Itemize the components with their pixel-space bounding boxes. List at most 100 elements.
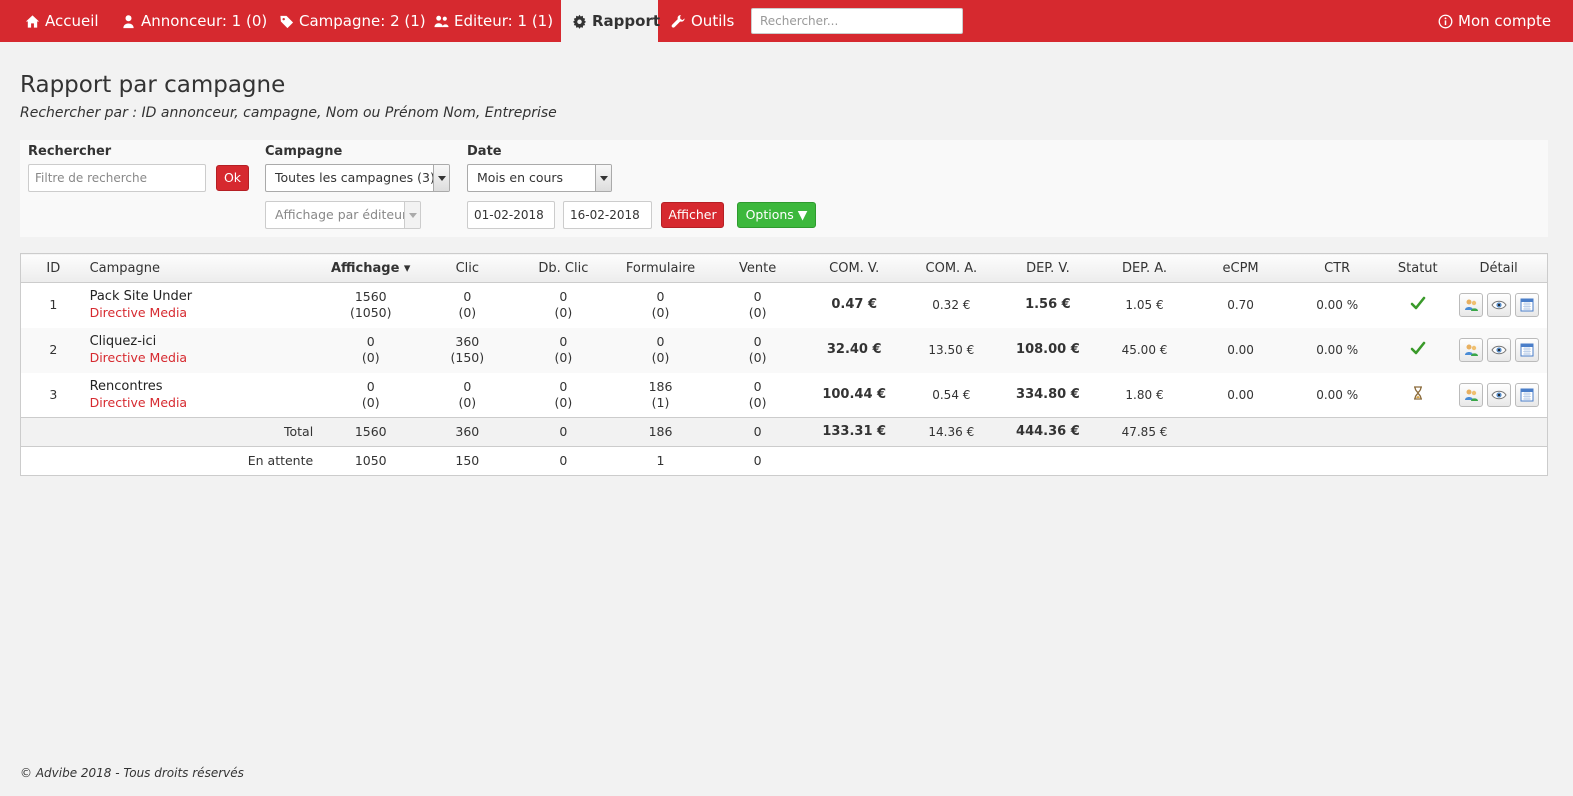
row-id: 3 xyxy=(49,386,58,402)
campaign-name-link[interactable]: Pack Site Under xyxy=(90,289,324,305)
row-dep-a: 45.00 € xyxy=(1096,327,1193,373)
forms-pending: (0) xyxy=(651,305,670,321)
detail-view-button[interactable] xyxy=(1486,382,1511,407)
campaign-filter-label: Campagne xyxy=(265,144,343,159)
impressions-pending: (1050) xyxy=(349,305,392,321)
nav-tools-label: Outils xyxy=(691,12,735,30)
campaign-name-link[interactable]: Cliquez-ici xyxy=(90,334,324,350)
nav-publisher[interactable]: Editeur: 1 (1) xyxy=(434,0,553,42)
publisher-select[interactable]: Affichage par éditeur xyxy=(265,201,421,229)
nav-campaign[interactable]: Campagne: 2 (1) xyxy=(279,0,426,42)
ok-button[interactable]: Ok xyxy=(216,165,249,191)
detail-editors-button[interactable] xyxy=(1458,382,1483,407)
row-com-a: 0.54 € xyxy=(932,387,971,402)
clicks-value: 360 xyxy=(455,334,480,349)
col-com-v[interactable]: COM. V. xyxy=(804,253,904,283)
row-detail xyxy=(1450,282,1548,328)
detail-calendar-button[interactable] xyxy=(1514,293,1539,318)
col-ecpm[interactable]: eCPM xyxy=(1192,253,1290,283)
nav-report[interactable]: Rapport xyxy=(561,0,661,42)
date-filter-label: Date xyxy=(467,144,502,159)
row-sales: 0 (0) xyxy=(710,327,805,373)
detail-calendar-button[interactable] xyxy=(1514,338,1539,362)
row-com-a: 13.50 € xyxy=(903,327,999,373)
impressions-value: 0 xyxy=(366,334,375,349)
total-forms: 186 xyxy=(610,417,711,447)
sales-value: 0 xyxy=(753,334,762,349)
nav-account[interactable]: Mon compte xyxy=(1438,0,1551,42)
impressions-pending: (0) xyxy=(361,350,380,365)
eye-icon xyxy=(1491,297,1507,313)
col-status[interactable]: Statut xyxy=(1385,253,1451,283)
row-id: 1 xyxy=(20,282,86,328)
col-impressions[interactable]: Affichage ▾ xyxy=(323,253,419,283)
col-id[interactable]: ID xyxy=(20,253,86,283)
row-clicks: 0 (0) xyxy=(418,282,517,328)
pending-forms: 1 xyxy=(610,446,711,476)
col-double-clicks[interactable]: Db. Clic xyxy=(516,253,611,283)
nav-home[interactable]: Accueil xyxy=(25,0,99,42)
period-select[interactable]: Mois en cours xyxy=(467,164,612,192)
detail-editors-button[interactable] xyxy=(1458,293,1483,318)
campaign-select[interactable]: Toutes les campagnes (3) xyxy=(265,164,450,192)
detail-view-button[interactable] xyxy=(1486,293,1511,318)
show-button[interactable]: Afficher xyxy=(661,202,724,228)
publisher-select-value: Affichage par éditeur xyxy=(275,207,408,222)
nav-search-input[interactable] xyxy=(751,8,963,34)
eye-icon xyxy=(1491,342,1507,358)
col-com-a[interactable]: COM. A. xyxy=(903,253,999,283)
wrench-icon xyxy=(671,14,685,28)
campaign-editor-link[interactable]: Directive Media xyxy=(90,395,324,411)
detail-view-button[interactable] xyxy=(1486,338,1511,362)
forms-value: 0 xyxy=(656,289,665,305)
row-com-v: 32.40 € xyxy=(804,327,904,373)
table-row: 1 Pack Site Under Directive Media 1560 (1… xyxy=(20,282,1548,328)
pending-label: En attente xyxy=(20,446,324,476)
check-icon xyxy=(1410,295,1426,311)
row-status xyxy=(1385,373,1450,418)
col-detail: Détail xyxy=(1450,253,1548,283)
col-campaign[interactable]: Campagne xyxy=(85,253,324,283)
options-button[interactable]: Options ▼ xyxy=(737,202,816,228)
detail-calendar-button[interactable] xyxy=(1514,382,1539,407)
row-com-a: 0.32 € xyxy=(903,282,999,328)
clicks-pending: (150) xyxy=(450,350,485,365)
gear-icon xyxy=(572,14,587,29)
campaign-editor-link[interactable]: Directive Media xyxy=(90,305,324,321)
row-status xyxy=(1385,327,1451,373)
nav-tools[interactable]: Outils xyxy=(671,0,734,42)
check-icon xyxy=(1410,340,1426,356)
total-com-a: 14.36 € xyxy=(903,417,999,447)
pending-impressions: 1050 xyxy=(323,446,419,476)
row-forms: 0 (0) xyxy=(610,327,711,373)
search-filter-input[interactable] xyxy=(28,164,206,192)
row-ctr: 0.00 % xyxy=(1289,327,1386,373)
total-dep-a: 47.85 € xyxy=(1096,417,1193,447)
nav-advertiser[interactable]: Annonceur: 1 (0) xyxy=(121,0,267,42)
detail-editors-button[interactable] xyxy=(1458,338,1483,362)
table-header-row: ID Campagne Affichage ▾ Clic Db. Clic Fo… xyxy=(20,253,1548,283)
campaign-editor-link[interactable]: Directive Media xyxy=(90,350,324,366)
date-from-input[interactable] xyxy=(467,201,555,229)
chevron-down-icon xyxy=(595,165,611,191)
sales-pending: (0) xyxy=(748,394,767,410)
eye-icon xyxy=(1491,387,1507,403)
col-dep-v[interactable]: DEP. V. xyxy=(998,253,1097,283)
clicks-value: 0 xyxy=(463,289,472,305)
date-to-input[interactable] xyxy=(563,201,652,229)
double-clicks-pending: (0) xyxy=(554,305,573,321)
row-ctr: 0.00 % xyxy=(1316,387,1359,402)
row-id: 2 xyxy=(20,327,86,373)
campaign-name-link[interactable]: Rencontres xyxy=(90,379,324,395)
col-ctr[interactable]: CTR xyxy=(1289,253,1386,283)
nav-report-label: Rapport xyxy=(592,12,661,30)
col-forms[interactable]: Formulaire xyxy=(610,253,711,283)
col-sales[interactable]: Vente xyxy=(710,253,805,283)
row-com-v: 0.47 € xyxy=(804,282,904,328)
row-impressions: 0 (0) xyxy=(323,327,419,373)
col-dep-a[interactable]: DEP. A. xyxy=(1096,253,1193,283)
top-navbar: Accueil Annonceur: 1 (0) Campagne: 2 (1)… xyxy=(0,0,1573,42)
col-clicks[interactable]: Clic xyxy=(418,253,517,283)
chevron-down-icon xyxy=(433,165,449,191)
clicks-pending: (0) xyxy=(458,305,477,321)
